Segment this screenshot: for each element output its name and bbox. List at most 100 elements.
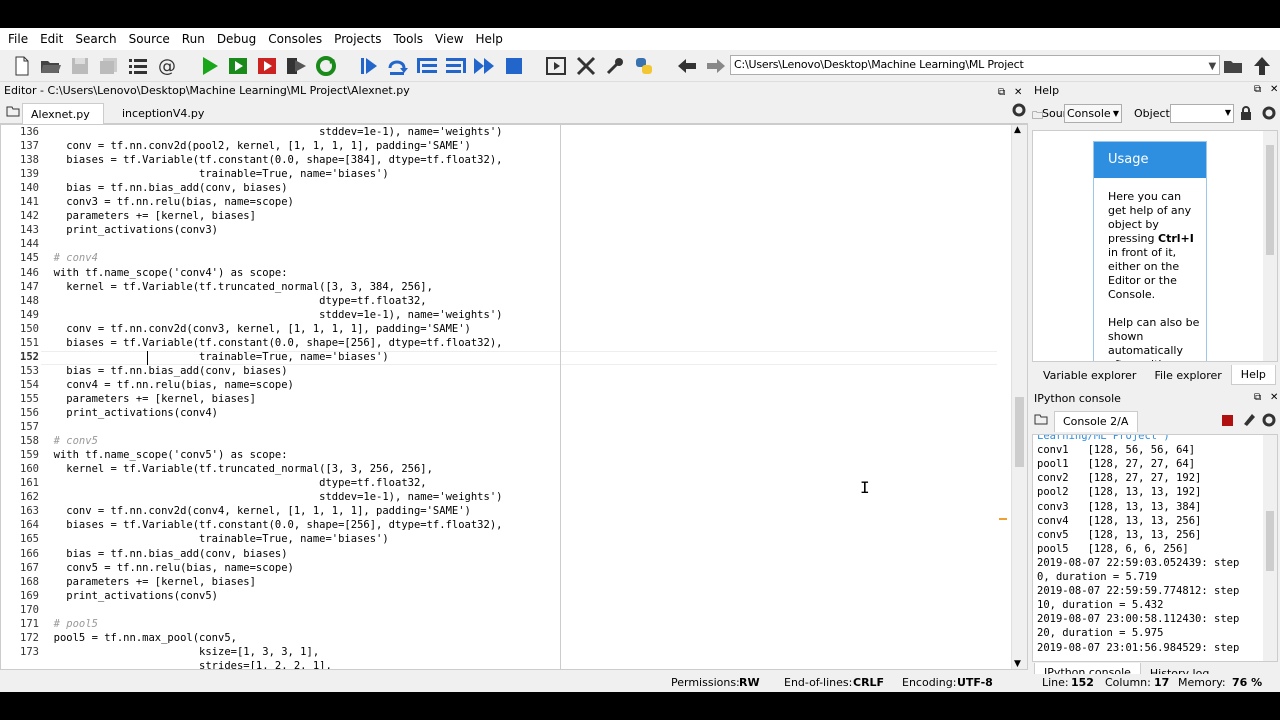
tab-help[interactable]: Help — [1230, 365, 1276, 385]
column-value: 17 — [1154, 676, 1170, 689]
gear-icon[interactable] — [1010, 103, 1028, 124]
parent-dir-icon[interactable] — [1250, 54, 1274, 78]
run-cell-icon[interactable] — [227, 54, 251, 78]
source-select[interactable]: Console ▼ — [1064, 104, 1122, 123]
scrollbar-thumb[interactable] — [1015, 397, 1024, 467]
new-file-icon[interactable] — [10, 54, 34, 78]
help-pane: Help ⧉ ✕ 🗀 Source Console ▼ Object ▼ Usag… — [1030, 82, 1280, 386]
menu-file[interactable]: File — [2, 28, 34, 50]
stop-icon[interactable] — [502, 54, 526, 78]
stop-kernel-icon[interactable] — [1222, 415, 1233, 426]
working-directory-input[interactable]: C:\Users\Lenovo\Desktop\Machine Learning… — [730, 55, 1220, 75]
code-line: conv3 = tf.nn.relu(bias, name=scope) — [41, 196, 294, 209]
menu-bar: File Edit Search Source Run Debug Consol… — [0, 28, 1280, 50]
lock-icon[interactable] — [1240, 106, 1252, 123]
close-pane-icon[interactable]: ✕ — [1270, 392, 1278, 403]
code-area[interactable]: stddev=1e-1), name='weights') conv = tf.… — [41, 125, 1015, 669]
close-pane-icon[interactable]: ✕ — [1270, 84, 1278, 95]
permissions-value: RW — [739, 676, 760, 689]
undock-icon[interactable]: ⧉ — [1254, 392, 1261, 403]
console-line: conv4 [128, 13, 13, 256] — [1037, 514, 1202, 527]
run-selection-icon[interactable] — [285, 54, 309, 78]
menu-view[interactable]: View — [429, 28, 469, 50]
menu-tools[interactable]: Tools — [387, 28, 429, 50]
gear-icon[interactable] — [1262, 413, 1276, 430]
browse-tabs-icon[interactable] — [1034, 413, 1048, 428]
debug-icon[interactable] — [357, 54, 381, 78]
eol-value: CRLF — [853, 676, 885, 689]
step-return-icon[interactable] — [444, 54, 468, 78]
tab-console-2a[interactable]: Console 2/A✕ — [1054, 411, 1138, 447]
rerun-icon[interactable] — [314, 54, 338, 78]
scrollbar-thumb[interactable] — [1266, 145, 1274, 255]
help-scrollbar[interactable] — [1263, 131, 1277, 361]
list-icon[interactable] — [126, 54, 150, 78]
run-cell-advance-icon[interactable] — [256, 54, 280, 78]
line-number: 152 — [20, 350, 39, 363]
column-label: Column: — [1105, 676, 1151, 689]
console-output[interactable]: 2019-08-07 23:01:56.984529: step 20, dura… — [1032, 434, 1278, 662]
editor-scrollbar[interactable]: ▲ ▼ — [1011, 125, 1027, 669]
code-line: dtype=tf.float32, — [41, 294, 427, 307]
tab-variable-explorer[interactable]: Variable explorer — [1034, 366, 1145, 385]
line-number: 161 — [20, 477, 39, 490]
fullscreen-icon[interactable] — [574, 54, 598, 78]
close-pane-icon[interactable]: ✕ — [1014, 84, 1022, 102]
menu-debug[interactable]: Debug — [211, 28, 262, 50]
tab-file-explorer[interactable]: File explorer — [1145, 366, 1230, 385]
undock-icon[interactable]: ⧉ — [1254, 84, 1261, 95]
menu-search[interactable]: Search — [69, 28, 122, 50]
code-line: trainable=True, name='biases') — [41, 350, 389, 363]
menu-help[interactable]: Help — [470, 28, 509, 50]
console-line: 0, duration = 5.719 — [1037, 571, 1158, 583]
line-number: 143 — [20, 224, 39, 237]
gear-icon[interactable] — [1262, 106, 1276, 123]
help-pane-tabs: Variable explorer File explorer Help — [1034, 364, 1276, 386]
save-all-icon[interactable] — [97, 54, 121, 78]
wrench-icon[interactable] — [603, 54, 627, 78]
console-line: conv1 [128, 56, 56, 64] — [1037, 444, 1196, 457]
forward-arrow-icon[interactable] — [704, 54, 728, 78]
code-line: # conv5 — [41, 435, 98, 448]
scroll-up-icon[interactable]: ▲ — [1014, 125, 1021, 135]
menu-edit[interactable]: Edit — [34, 28, 69, 50]
menu-consoles[interactable]: Consoles — [262, 28, 328, 50]
undock-icon[interactable]: ⧉ — [998, 84, 1005, 102]
code-line: parameters += [kernel, biases] — [41, 210, 256, 223]
browse-tabs-icon[interactable] — [2, 103, 22, 124]
open-folder-icon[interactable] — [39, 54, 63, 78]
eraser-icon[interactable] — [1242, 412, 1256, 429]
main-toolbar: @ C:\Users\Lenovo\Desktop\Machine Learni… — [0, 50, 1280, 82]
maximize-pane-icon[interactable] — [545, 54, 569, 78]
chevron-down-icon[interactable]: ▼ — [1209, 58, 1217, 76]
continue-icon[interactable] — [473, 54, 497, 78]
step-into-icon[interactable] — [415, 54, 439, 78]
line-number: 169 — [20, 589, 39, 602]
console-scrollbar[interactable] — [1263, 435, 1277, 661]
line-number: 150 — [20, 322, 39, 335]
scrollbar-thumb[interactable] — [1266, 511, 1274, 571]
save-icon[interactable] — [68, 54, 92, 78]
line-number: 147 — [20, 280, 39, 293]
tab-inceptionv4[interactable]: inceptionV4.py✕ — [114, 103, 210, 141]
browse-folder-icon[interactable] — [1222, 54, 1246, 78]
line-number: 164 — [20, 519, 39, 532]
step-icon[interactable] — [386, 54, 410, 78]
python-icon[interactable] — [632, 54, 656, 78]
line-number: 140 — [20, 182, 39, 195]
console-pane: IPython console ⧉ ✕ Console 2/A✕ 2019-08… — [1030, 390, 1280, 686]
menu-run[interactable]: Run — [176, 28, 211, 50]
back-arrow-icon[interactable] — [675, 54, 699, 78]
line-number: 153 — [20, 364, 39, 377]
run-icon[interactable] — [198, 54, 222, 78]
code-line: conv5 = tf.nn.relu(bias, name=scope) — [41, 561, 294, 574]
menu-projects[interactable]: Projects — [328, 28, 387, 50]
tab-alexnet[interactable]: Alexnet.py✕ — [22, 103, 104, 142]
object-input[interactable]: ▼ — [1170, 104, 1234, 123]
menu-source[interactable]: Source — [123, 28, 176, 50]
console-line: 2019-08-07 22:59:03.052439: step — [1037, 556, 1240, 569]
scroll-down-icon[interactable]: ▼ — [1014, 659, 1021, 669]
at-icon[interactable]: @ — [155, 54, 179, 78]
code-editor[interactable]: 136 137 138 139 140 141 142 143 144 145 146 147 148 1… — [0, 124, 1028, 670]
chevron-down-icon: ▼ — [1224, 108, 1231, 117]
